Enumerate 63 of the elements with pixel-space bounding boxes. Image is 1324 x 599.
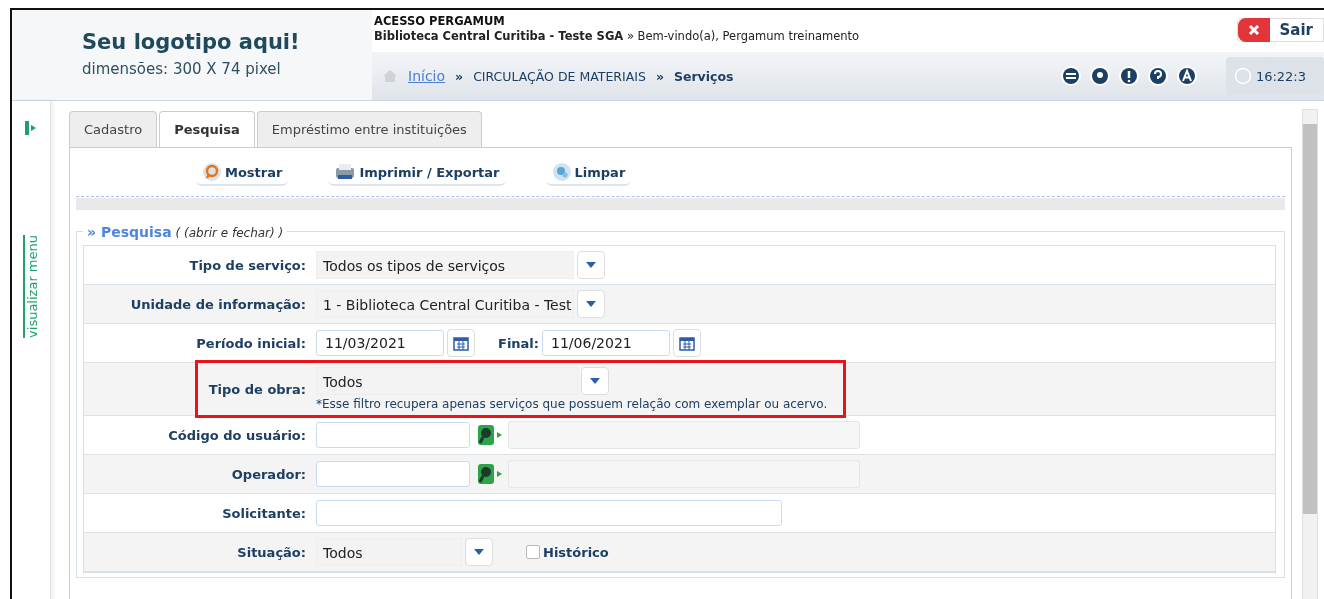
help-icon[interactable] bbox=[1146, 65, 1169, 87]
dropdown-field[interactable]: Todos bbox=[316, 538, 462, 566]
breadcrumb-current: Serviços bbox=[673, 68, 734, 84]
logo-title: Seu logotipo aqui! bbox=[82, 30, 301, 54]
caret-icon bbox=[474, 549, 484, 555]
calendar-button[interactable] bbox=[673, 329, 702, 357]
field-label: Tipo de obra: bbox=[207, 381, 307, 397]
dropdown-field[interactable]: 1 - Biblioteca Central Curitiba - Test bbox=[316, 290, 574, 318]
input-field[interactable] bbox=[316, 461, 470, 487]
breadcrumb-separator: » bbox=[655, 68, 664, 84]
expand-icon[interactable] bbox=[25, 121, 37, 135]
field-label: Tipo de serviço: bbox=[188, 257, 307, 273]
a-letter-icon[interactable] bbox=[1175, 65, 1198, 87]
welcome-text: Biblioteca Central Curitiba - Teste SGA » Bem-vindo(a), Pergamum treinamento bbox=[374, 29, 860, 43]
dropdown-button[interactable] bbox=[465, 538, 493, 566]
home-icon bbox=[382, 69, 398, 83]
calendar-icon bbox=[679, 335, 696, 351]
dropdown-field[interactable]: Todos os tipos de serviços bbox=[316, 251, 574, 279]
clock-icon bbox=[1233, 67, 1252, 85]
checkbox-label: Histórico bbox=[543, 544, 609, 560]
logout-button[interactable]: Sair bbox=[1236, 18, 1324, 42]
calendar-button[interactable] bbox=[447, 329, 475, 357]
toolbar-button[interactable]: Imprimir / Exportar bbox=[328, 160, 506, 186]
dropdown-button[interactable] bbox=[581, 367, 609, 395]
swap-icon[interactable] bbox=[1059, 65, 1082, 87]
checkbox[interactable] bbox=[526, 545, 540, 559]
field-label: Final: bbox=[498, 335, 540, 351]
close-icon bbox=[1237, 18, 1270, 42]
toolbar-button[interactable]: Mostrar bbox=[196, 160, 289, 186]
tab[interactable]: Pesquisa bbox=[159, 111, 255, 147]
magnifier-icon bbox=[202, 162, 222, 182]
breadcrumb-separator: » bbox=[455, 68, 464, 84]
section-title[interactable]: » Pesquisa bbox=[87, 224, 172, 240]
dropdown-button[interactable] bbox=[577, 290, 605, 318]
clear-icon bbox=[551, 162, 572, 182]
field-label: Período inicial: bbox=[195, 335, 307, 351]
toolbar-button[interactable]: Limpar bbox=[545, 160, 632, 186]
clock-time: 16:22:3 bbox=[1255, 68, 1306, 84]
field-label: Operador: bbox=[230, 466, 307, 482]
field-note: *Esse filtro recupera apenas serviços que possuem relação com exemplar ou acervo. bbox=[316, 397, 828, 411]
logo-subtitle: dimensões: 300 X 74 pixel bbox=[82, 60, 282, 78]
field-label: Código do usuário: bbox=[167, 427, 307, 443]
alert-icon[interactable] bbox=[1117, 65, 1140, 87]
tab[interactable]: Cadastro bbox=[69, 111, 158, 147]
system-name: ACESSO PERGAMUM bbox=[374, 14, 506, 28]
field-label: Solicitante: bbox=[221, 505, 307, 521]
caret-icon bbox=[586, 301, 596, 307]
printer-icon bbox=[334, 162, 357, 182]
breadcrumb-item[interactable]: CIRCULAÇÃO DE MATERIAIS bbox=[473, 68, 646, 84]
input-field[interactable] bbox=[316, 422, 470, 448]
field-label: Unidade de informação: bbox=[129, 296, 307, 312]
tab[interactable]: Empréstimo entre instituições bbox=[256, 111, 482, 147]
scrollbar[interactable] bbox=[1302, 109, 1318, 599]
input-field[interactable] bbox=[316, 500, 782, 526]
field-label: Situação: bbox=[236, 544, 307, 560]
date-field[interactable]: 11/06/2021 bbox=[542, 330, 671, 356]
dropdown-field[interactable]: Todos bbox=[316, 367, 578, 395]
calendar-icon bbox=[453, 335, 469, 351]
date-field[interactable]: 11/03/2021 bbox=[316, 330, 444, 356]
section-toggle[interactable]: ( (abrir e fechar) ) bbox=[175, 226, 284, 240]
caret-icon bbox=[586, 262, 596, 268]
caret-icon bbox=[590, 378, 600, 384]
dropdown-button[interactable] bbox=[577, 251, 605, 279]
